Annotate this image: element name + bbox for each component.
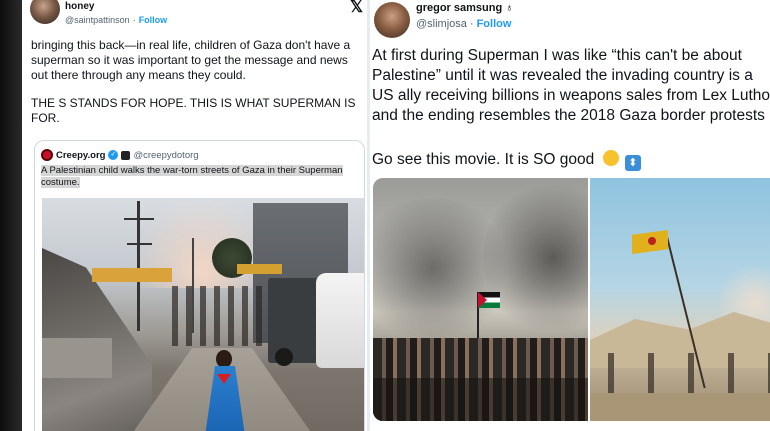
quoted-tweet-header: Creepy.org ✓ @creepydotorg bbox=[41, 148, 199, 162]
yellow-flag-icon bbox=[632, 230, 668, 254]
quoted-tweet[interactable]: Creepy.org ✓ @creepydotorg A Palestinian… bbox=[34, 140, 365, 431]
tweet-line: and the ending resembles the 2018 Gaza b… bbox=[372, 107, 765, 124]
photo-truck-wheel bbox=[275, 348, 293, 366]
gaza-street-photo[interactable] bbox=[42, 198, 364, 431]
photo-ground bbox=[590, 393, 770, 421]
author-handle-row: @slimjosa · Follow bbox=[416, 18, 512, 30]
author-name-row: gregor samsung ♁ bbox=[416, 2, 514, 14]
smile-emoji-icon bbox=[602, 150, 619, 166]
photo-tower-arm bbox=[127, 243, 152, 245]
tweet-line: At first during Superman I was like “thi… bbox=[372, 47, 742, 64]
follow-button[interactable]: Follow bbox=[477, 18, 512, 30]
name-emoji-icon: ♁ bbox=[505, 2, 514, 14]
photo-car bbox=[316, 273, 364, 368]
photo-crowd-shadow bbox=[373, 378, 588, 421]
tweet-line-last: Go see this movie. It is SO good ⬍ bbox=[372, 150, 770, 171]
author-name[interactable]: honey bbox=[65, 1, 94, 12]
tweet-line: US ally receiving billions in weapons sa… bbox=[372, 87, 770, 104]
tweet-line: Palestine” until it was revealed the inv… bbox=[372, 67, 753, 84]
avatar-gregor[interactable] bbox=[374, 2, 410, 38]
tweet-paragraph-2: THE S STANDS FOR HOPE. THIS IS WHAT SUPE… bbox=[31, 96, 356, 125]
palestinian-flag-icon bbox=[478, 292, 500, 308]
author-handle[interactable]: @slimjosa bbox=[416, 18, 467, 30]
tweet-honey: honey @saintpattinson · Follow 𝕏 bringing … bbox=[22, 0, 367, 431]
up-down-arrow-emoji-icon: ⬍ bbox=[624, 155, 641, 171]
author-handle-row: @saintpattinson · Follow bbox=[65, 15, 168, 25]
photo-people bbox=[172, 286, 262, 346]
tweet-text: bringing this back—in real life, childre… bbox=[31, 38, 361, 139]
tweet-paragraph-1: bringing this back—in real life, childre… bbox=[31, 38, 351, 82]
photo-stall bbox=[92, 268, 172, 282]
tweet-line: Go see this movie. It is SO good bbox=[372, 151, 595, 168]
photo-rubble bbox=[42, 338, 112, 378]
photo-tower-arm bbox=[124, 218, 154, 220]
quoted-text: A Palestinian child walks the war-torn s… bbox=[41, 165, 351, 189]
photo-tower bbox=[137, 201, 140, 331]
tweet-text: At first during Superman I was like “thi… bbox=[372, 46, 770, 171]
photo-stall bbox=[237, 264, 282, 274]
quoted-avatar[interactable] bbox=[41, 149, 53, 161]
tweet-gregor: gregor samsung ♁ @slimjosa · Follow At fir… bbox=[370, 0, 770, 431]
quoted-author-handle: @creepydotorg bbox=[133, 149, 199, 161]
photo-smoke bbox=[483, 178, 588, 338]
superman-movie-still[interactable] bbox=[590, 178, 770, 421]
quoted-author-name[interactable]: Creepy.org bbox=[56, 150, 105, 161]
affiliate-badge-icon bbox=[121, 150, 131, 160]
follow-button[interactable]: Follow bbox=[139, 15, 168, 25]
author-handle[interactable]: @saintpattinson bbox=[65, 15, 130, 25]
author-name[interactable]: gregor samsung bbox=[416, 2, 502, 14]
verified-badge-icon: ✓ bbox=[108, 150, 119, 160]
quoted-text-highlight: A Palestinian child walks the war-torn s… bbox=[41, 165, 343, 188]
gaza-protest-photo[interactable] bbox=[373, 178, 588, 421]
background-strip bbox=[0, 0, 22, 431]
photo-child-head bbox=[216, 350, 232, 368]
x-logo-icon[interactable]: 𝕏 bbox=[350, 0, 363, 17]
avatar-honey[interactable] bbox=[30, 0, 60, 24]
